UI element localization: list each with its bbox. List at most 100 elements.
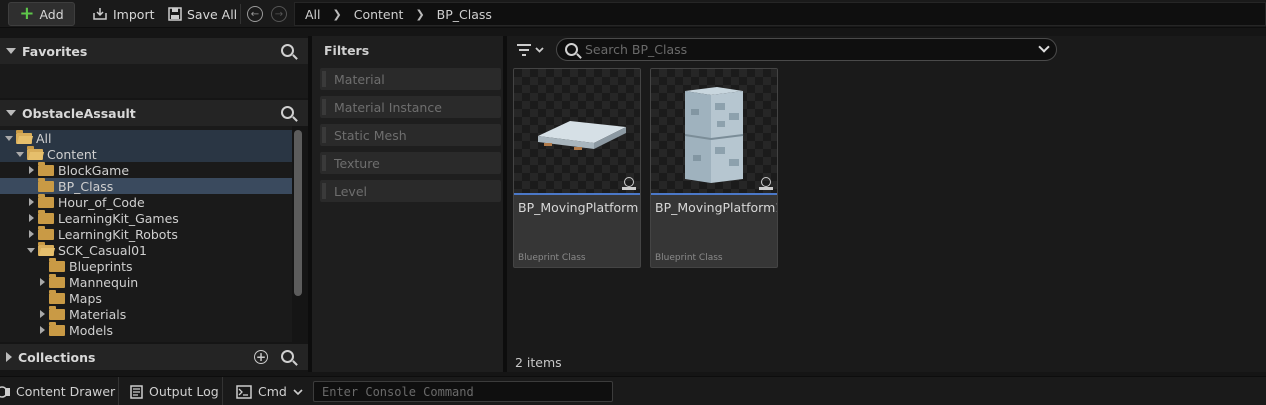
asset-thumbnail xyxy=(651,69,777,193)
asset-type-bar xyxy=(651,193,777,195)
back-button[interactable]: ← xyxy=(247,6,263,22)
favorites-list xyxy=(0,64,308,98)
tree-item-hour-of-code[interactable]: Hour_of_Code xyxy=(0,193,292,210)
asset-name: BP_MovingPlatform1 xyxy=(655,200,778,215)
tree-item-bp-class[interactable]: BP_Class xyxy=(0,177,292,194)
tree-item-content[interactable]: Content xyxy=(0,145,292,162)
collapsed-arrow-icon[interactable] xyxy=(37,278,47,286)
filters-title: Filters xyxy=(324,43,370,58)
filter-texture[interactable]: Texture xyxy=(320,152,501,174)
tree-item-blockgame[interactable]: BlockGame xyxy=(0,161,292,178)
tree-item-label: Materials xyxy=(69,306,127,322)
filter-dropdown-button[interactable] xyxy=(516,42,544,58)
tree-item-label: Maps xyxy=(69,290,102,306)
collapsed-arrow-icon[interactable] xyxy=(26,166,36,174)
filter-icon xyxy=(517,44,544,56)
asset-card-bp-moving-platform1[interactable]: BP_MovingPlatform1 Blueprint Class xyxy=(650,68,778,268)
import-button[interactable]: Import xyxy=(86,2,161,26)
project-header[interactable]: ObstacleAssault xyxy=(0,100,308,126)
toolbar: + Add Import Save All ← → All ❯ Content … xyxy=(0,0,1266,28)
folder-icon xyxy=(38,177,54,192)
tree-item-label: BP_Class xyxy=(58,178,114,194)
folder-icon xyxy=(38,161,54,176)
search-box xyxy=(556,38,1057,61)
chevron-right-icon: ❯ xyxy=(415,7,425,21)
folder-icon xyxy=(38,193,54,208)
folder-open-icon xyxy=(27,145,43,160)
collapse-arrow-icon xyxy=(6,110,16,116)
save-all-button[interactable]: Save All xyxy=(162,2,243,26)
tree-item-models[interactable]: Models xyxy=(0,321,292,338)
tree-item-label: BlockGame xyxy=(58,162,130,178)
arrow-right-icon: → xyxy=(274,8,284,20)
tree-item-mannequin[interactable]: Mannequin xyxy=(0,273,292,290)
tree-item-learningkit-robots[interactable]: LearningKit_Robots xyxy=(0,225,292,242)
favorites-header[interactable]: Favorites xyxy=(0,38,308,64)
forward-button[interactable]: → xyxy=(271,6,287,22)
expand-arrow-icon xyxy=(6,352,12,362)
folder-icon xyxy=(49,289,65,304)
expanded-arrow-icon[interactable] xyxy=(15,151,25,157)
items-count: 2 items xyxy=(515,355,562,370)
tree-item-label: SCK_Casual01 xyxy=(58,242,147,258)
camera-icon xyxy=(622,177,636,190)
content-drawer-label: Content Drawer xyxy=(16,384,116,399)
tree-scrollbar[interactable] xyxy=(294,130,302,296)
folder-open-icon xyxy=(16,129,32,144)
collapsed-arrow-icon[interactable] xyxy=(26,198,36,206)
tree-item-label: Mannequin xyxy=(69,274,139,290)
save-icon xyxy=(168,7,182,21)
add-collection-icon[interactable]: + xyxy=(254,350,268,364)
favorites-title: Favorites xyxy=(22,43,88,59)
content-drawer-icon xyxy=(0,385,10,398)
folder-icon xyxy=(49,305,65,320)
tree-item-maps[interactable]: Maps xyxy=(0,289,292,306)
folder-tree: All Content BlockGame BP_Class Hour_of_Code L… xyxy=(0,126,292,342)
filter-level[interactable]: Level xyxy=(320,180,501,202)
tree-item-label: Models xyxy=(69,322,114,338)
content-drawer-button[interactable]: Content Drawer xyxy=(0,377,115,405)
console-command-input[interactable] xyxy=(313,381,613,402)
block-mesh-thumbnail xyxy=(684,87,744,183)
tree-item-all[interactable]: All xyxy=(0,129,292,146)
import-button-label: Import xyxy=(113,6,155,22)
tree-item-label: LearningKit_Games xyxy=(58,210,179,226)
breadcrumb-item-bp-class[interactable]: BP_Class xyxy=(437,7,492,22)
collapse-arrow-icon xyxy=(6,48,16,54)
chevron-down-icon[interactable] xyxy=(1038,41,1050,53)
collapsed-arrow-icon[interactable] xyxy=(37,326,47,334)
asset-type: Blueprint Class xyxy=(518,253,586,263)
collapsed-arrow-icon[interactable] xyxy=(37,310,47,318)
search-icon[interactable] xyxy=(281,106,294,119)
search-icon[interactable] xyxy=(281,350,294,363)
folder-icon xyxy=(49,273,65,288)
tree-item-label: All xyxy=(36,130,52,146)
search-icon[interactable] xyxy=(281,44,294,57)
filter-material-instance[interactable]: Material Instance xyxy=(320,96,501,118)
asset-type-bar xyxy=(514,193,640,195)
plus-icon: + xyxy=(19,3,35,24)
filter-static-mesh[interactable]: Static Mesh xyxy=(320,124,501,146)
breadcrumb-item-content[interactable]: Content xyxy=(354,7,404,22)
collections-header[interactable]: Collections + xyxy=(0,344,308,370)
collapsed-arrow-icon[interactable] xyxy=(26,214,36,222)
tree-item-label: LearningKit_Robots xyxy=(58,226,178,242)
status-divider xyxy=(118,377,119,405)
cmd-dropdown[interactable]: Cmd xyxy=(236,377,303,405)
asset-card-bp-moving-platform[interactable]: BP_MovingPlatform Blueprint Class xyxy=(513,68,641,268)
filter-material[interactable]: Material xyxy=(320,68,501,90)
search-input[interactable] xyxy=(585,42,1025,57)
tree-item-materials[interactable]: Materials xyxy=(0,305,292,322)
collapsed-arrow-icon[interactable] xyxy=(26,230,36,238)
expanded-arrow-icon[interactable] xyxy=(4,135,14,141)
tree-item-learningkit-games[interactable]: LearningKit_Games xyxy=(0,209,292,226)
output-log-button[interactable]: Output Log xyxy=(130,377,219,405)
breadcrumb-item-all[interactable]: All xyxy=(305,7,321,22)
save-all-button-label: Save All xyxy=(187,6,238,22)
search-icon xyxy=(565,43,578,56)
expanded-arrow-icon[interactable] xyxy=(26,247,36,253)
tree-item-sck-casual01[interactable]: SCK_Casual01 xyxy=(0,241,292,258)
asset-name: BP_MovingPlatform xyxy=(518,200,639,215)
tree-item-blueprints[interactable]: Blueprints xyxy=(0,257,292,274)
add-button[interactable]: + Add xyxy=(8,2,75,26)
